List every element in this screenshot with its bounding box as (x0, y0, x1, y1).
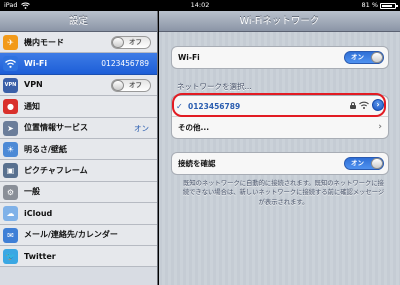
sidebar-item-location[interactable]: ➤ 位置情報サービス オン (0, 117, 157, 139)
twitter-icon: 🐦 (3, 248, 18, 264)
sidebar-item-label: VPN (24, 80, 43, 90)
wifi-label: Wi-Fi (178, 53, 200, 62)
sidebar-item-picture-frame[interactable]: ▣ ピクチャフレーム (0, 160, 157, 182)
airplane-toggle[interactable]: オフ (111, 36, 151, 49)
sidebar-item-label: Twitter (24, 251, 56, 261)
notification-icon: ● (3, 99, 18, 115)
wifi-toggle[interactable]: オン (344, 51, 384, 64)
vpn-toggle[interactable]: オフ (111, 78, 151, 92)
sidebar-item-label: 位置情報サービス (24, 123, 88, 133)
vpn-icon: VPN (3, 77, 18, 93)
toggle-knob (371, 158, 383, 169)
toggle-knob (371, 52, 383, 63)
sidebar-item-airplane[interactable]: ✈ 機内モード オフ (0, 32, 157, 54)
sidebar-item-notifications[interactable]: ● 通知 (0, 96, 157, 118)
sidebar-item-icloud[interactable]: ☁ iCloud (0, 203, 157, 225)
sidebar-item-value: 0123456789 (101, 59, 149, 69)
sidebar-item-label: ピクチャフレーム (24, 166, 88, 176)
ask-to-join-label: 接続を確認 (178, 159, 216, 168)
battery-percent: 81 % (361, 1, 378, 9)
other-network-row[interactable]: その他... › (172, 117, 388, 138)
sidebar-title: 設定 (0, 11, 157, 32)
network-highlight-annotation (172, 93, 386, 117)
cloud-icon: ☁ (3, 206, 18, 222)
status-time: 14:02 (190, 1, 210, 9)
choose-network-label: ネットワークを選択... (177, 82, 252, 91)
detail-title: Wi-Fiネットワーク (159, 11, 400, 32)
battery-icon (380, 2, 398, 9)
ask-to-join-group: 接続を確認 オン (171, 152, 389, 175)
wifi-icon (3, 56, 18, 72)
other-network-label: その他... (178, 123, 210, 132)
ask-to-join-toggle[interactable]: オン (344, 157, 384, 170)
sidebar-item-label: 明るさ/壁紙 (24, 144, 67, 154)
brightness-icon: ☀ (3, 141, 18, 157)
picture-frame-icon: ▣ (3, 163, 18, 179)
location-icon: ➤ (3, 120, 18, 136)
chevron-right-icon: › (378, 122, 382, 132)
toggle-knob (112, 79, 124, 91)
sidebar-item-label: 通知 (24, 101, 40, 111)
sidebar-item-label: 機内モード (24, 37, 64, 47)
sidebar-item-label: 一般 (24, 187, 40, 197)
mail-icon: ✉ (3, 227, 18, 243)
sidebar-item-label: Wi-Fi (24, 59, 48, 69)
wifi-toggle-group: Wi-Fi オン (171, 46, 389, 69)
sidebar-item-vpn[interactable]: VPN VPN オフ (0, 74, 157, 97)
wifi-detail-pane: Wi-Fiネットワーク Wi-Fi オン ネットワークを選択... ✓ 0123… (159, 11, 400, 285)
toggle-knob (112, 37, 124, 48)
settings-sidebar: 設定 ✈ 機内モード オフ Wi-Fi 0123456789 VPN VPN オ… (0, 11, 158, 285)
wifi-row: Wi-Fi オン (172, 47, 388, 68)
sidebar-item-wifi[interactable]: Wi-Fi 0123456789 (0, 53, 157, 75)
sidebar-item-brightness[interactable]: ☀ 明るさ/壁紙 (0, 138, 157, 161)
sidebar-item-general[interactable]: ⚙ 一般 (0, 181, 157, 204)
gear-icon: ⚙ (3, 184, 18, 200)
sidebar-item-label: メール/連絡先/カレンダー (24, 230, 118, 240)
status-right: 81 % (361, 0, 398, 11)
sidebar-item-value: オン (134, 123, 149, 133)
airplane-icon: ✈ (3, 35, 18, 50)
battery-fill (382, 4, 392, 7)
status-bar: iPad 14:02 81 % (0, 0, 400, 11)
ask-to-join-row: 接続を確認 オン (172, 153, 388, 174)
ask-to-join-description: 既知のネットワークに自動的に接続されます。既知のネットワークに接続できない場合は… (182, 180, 385, 206)
sidebar-item-label: iCloud (24, 208, 53, 218)
sidebar-item-mail[interactable]: ✉ メール/連絡先/カレンダー (0, 224, 157, 246)
sidebar-item-twitter[interactable]: 🐦 Twitter (0, 245, 157, 268)
